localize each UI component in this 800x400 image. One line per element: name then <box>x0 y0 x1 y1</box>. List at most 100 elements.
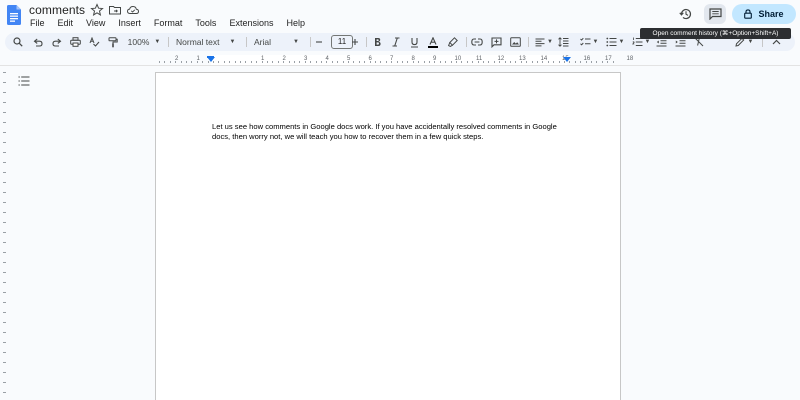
zoom-value: 100% <box>127 37 150 47</box>
vertical-ruler-tick <box>3 112 6 113</box>
bold-button[interactable] <box>371 35 383 49</box>
version-history-icon <box>679 8 692 20</box>
menu-edit[interactable]: Edit <box>51 16 80 29</box>
horizontal-ruler[interactable]: 2 1 1 2 3 4 5 6 7 8 9 10 11 12 13 14 15 16 17 18 <box>155 55 633 65</box>
vertical-ruler-tick <box>3 272 6 273</box>
ruler-number: 16 <box>583 56 591 62</box>
vertical-ruler-tick <box>3 202 6 203</box>
menu-view[interactable]: View <box>79 16 111 29</box>
increase-font-size-button[interactable] <box>350 35 360 49</box>
decrease-font-size-button[interactable] <box>314 35 324 49</box>
ruler-tick <box>229 61 231 63</box>
ruler-tick <box>510 61 511 63</box>
undo-button[interactable] <box>32 35 44 49</box>
highlight-color-button[interactable] <box>447 35 459 49</box>
vertical-ruler-tick <box>3 352 6 353</box>
ruler-tick <box>402 61 403 63</box>
ruler-tick <box>585 61 587 63</box>
right-indent-handle[interactable] <box>563 57 571 62</box>
menu-file[interactable]: File <box>23 16 51 29</box>
insert-image-button[interactable] <box>509 35 521 49</box>
vertical-ruler-tick <box>3 312 6 313</box>
version-history-button[interactable] <box>675 3 697 25</box>
docs-logo-icon[interactable] <box>7 5 21 25</box>
collapse-icon <box>772 39 780 45</box>
share-label: Share <box>758 9 784 19</box>
zoom-select[interactable]: 100% ▼ <box>127 35 161 49</box>
menu-format[interactable]: Format <box>147 16 189 29</box>
outline-icon[interactable] <box>18 76 30 86</box>
search-menus-button[interactable] <box>12 35 24 49</box>
share-button[interactable]: Share <box>732 4 796 24</box>
ruler-tick <box>591 61 592 63</box>
text-color-button[interactable] <box>427 35 439 49</box>
vertical-ruler-tick <box>3 292 6 293</box>
menu-tools[interactable]: Tools <box>188 16 222 29</box>
spellcheck-button[interactable] <box>88 35 101 49</box>
document-title[interactable]: comments <box>29 3 85 17</box>
italic-button[interactable] <box>390 35 402 49</box>
redo-icon <box>52 38 62 47</box>
bulleted-list-button[interactable]: ▼ <box>603 35 627 49</box>
ruler-tick <box>418 61 420 63</box>
menu-extensions[interactable]: Extensions <box>222 16 279 29</box>
spellcheck-icon <box>89 37 100 47</box>
ruler-tick <box>299 61 301 63</box>
checklist-button[interactable]: ▼ <box>577 35 601 49</box>
star-icon[interactable] <box>90 3 104 17</box>
italic-icon <box>392 37 400 47</box>
vertical-ruler-tick <box>3 142 6 143</box>
ruler-tick <box>331 61 333 63</box>
insert-link-button[interactable] <box>471 35 483 49</box>
font-family-select[interactable]: Arial ▼ <box>254 35 306 49</box>
paint-format-button[interactable] <box>107 35 119 49</box>
ruler-tick <box>385 61 387 63</box>
document-page[interactable]: Let us see how comments in Google docs w… <box>155 72 621 400</box>
vertical-ruler-tick <box>3 122 6 123</box>
menu-help[interactable]: Help <box>279 16 311 29</box>
ruler-tick <box>337 61 339 63</box>
bulleted-list-icon <box>605 37 617 47</box>
ruler-text-area <box>211 55 567 65</box>
vertical-scrollbar[interactable] <box>793 66 800 400</box>
ruler-tick <box>310 61 312 63</box>
ruler-tick <box>326 61 328 63</box>
document-body-text[interactable]: Let us see how comments in Google docs w… <box>212 122 572 142</box>
menu-insert[interactable]: Insert <box>111 16 147 29</box>
style-dropdown-icon: ▼ <box>229 39 236 45</box>
ruler-tick <box>429 61 430 63</box>
minus-icon <box>316 41 322 43</box>
zoom-dropdown-icon: ▼ <box>154 39 161 45</box>
ruler-tick <box>537 61 538 63</box>
vertical-ruler-tick <box>3 332 6 333</box>
ruler-tick <box>202 61 204 63</box>
ruler-tick <box>223 61 225 63</box>
ruler-tick <box>412 61 414 63</box>
move-folder-icon[interactable] <box>108 3 122 17</box>
ruler-tick <box>601 61 603 63</box>
ruler-tick <box>515 61 517 63</box>
ruler-tick <box>574 61 576 63</box>
checklist-dropdown-icon: ▼ <box>592 39 599 45</box>
redo-button[interactable] <box>51 35 63 49</box>
vertical-ruler-tick <box>3 282 6 283</box>
print-button[interactable] <box>69 35 82 49</box>
vertical-ruler-tick <box>3 192 6 193</box>
ruler-tick <box>256 61 258 63</box>
paragraph-style-select[interactable]: Normal text ▼ <box>176 35 242 49</box>
align-button[interactable]: ▼ <box>533 35 555 49</box>
add-comment-button[interactable] <box>490 35 502 49</box>
ruler-tick <box>294 61 295 63</box>
toolbar-divider <box>466 37 467 47</box>
ruler-tick <box>245 61 247 63</box>
ruler-tick <box>364 61 366 63</box>
editing-mode-dropdown-icon: ▼ <box>747 39 754 45</box>
ruler-tick <box>164 61 166 63</box>
comment-history-button[interactable] <box>704 4 726 24</box>
cloud-saved-icon[interactable] <box>126 3 140 17</box>
paint-format-icon <box>108 36 118 47</box>
left-indent-handle[interactable] <box>207 57 215 62</box>
line-spacing-button[interactable] <box>557 35 569 49</box>
toolbar-divider <box>528 37 529 47</box>
underline-button[interactable] <box>408 35 420 49</box>
